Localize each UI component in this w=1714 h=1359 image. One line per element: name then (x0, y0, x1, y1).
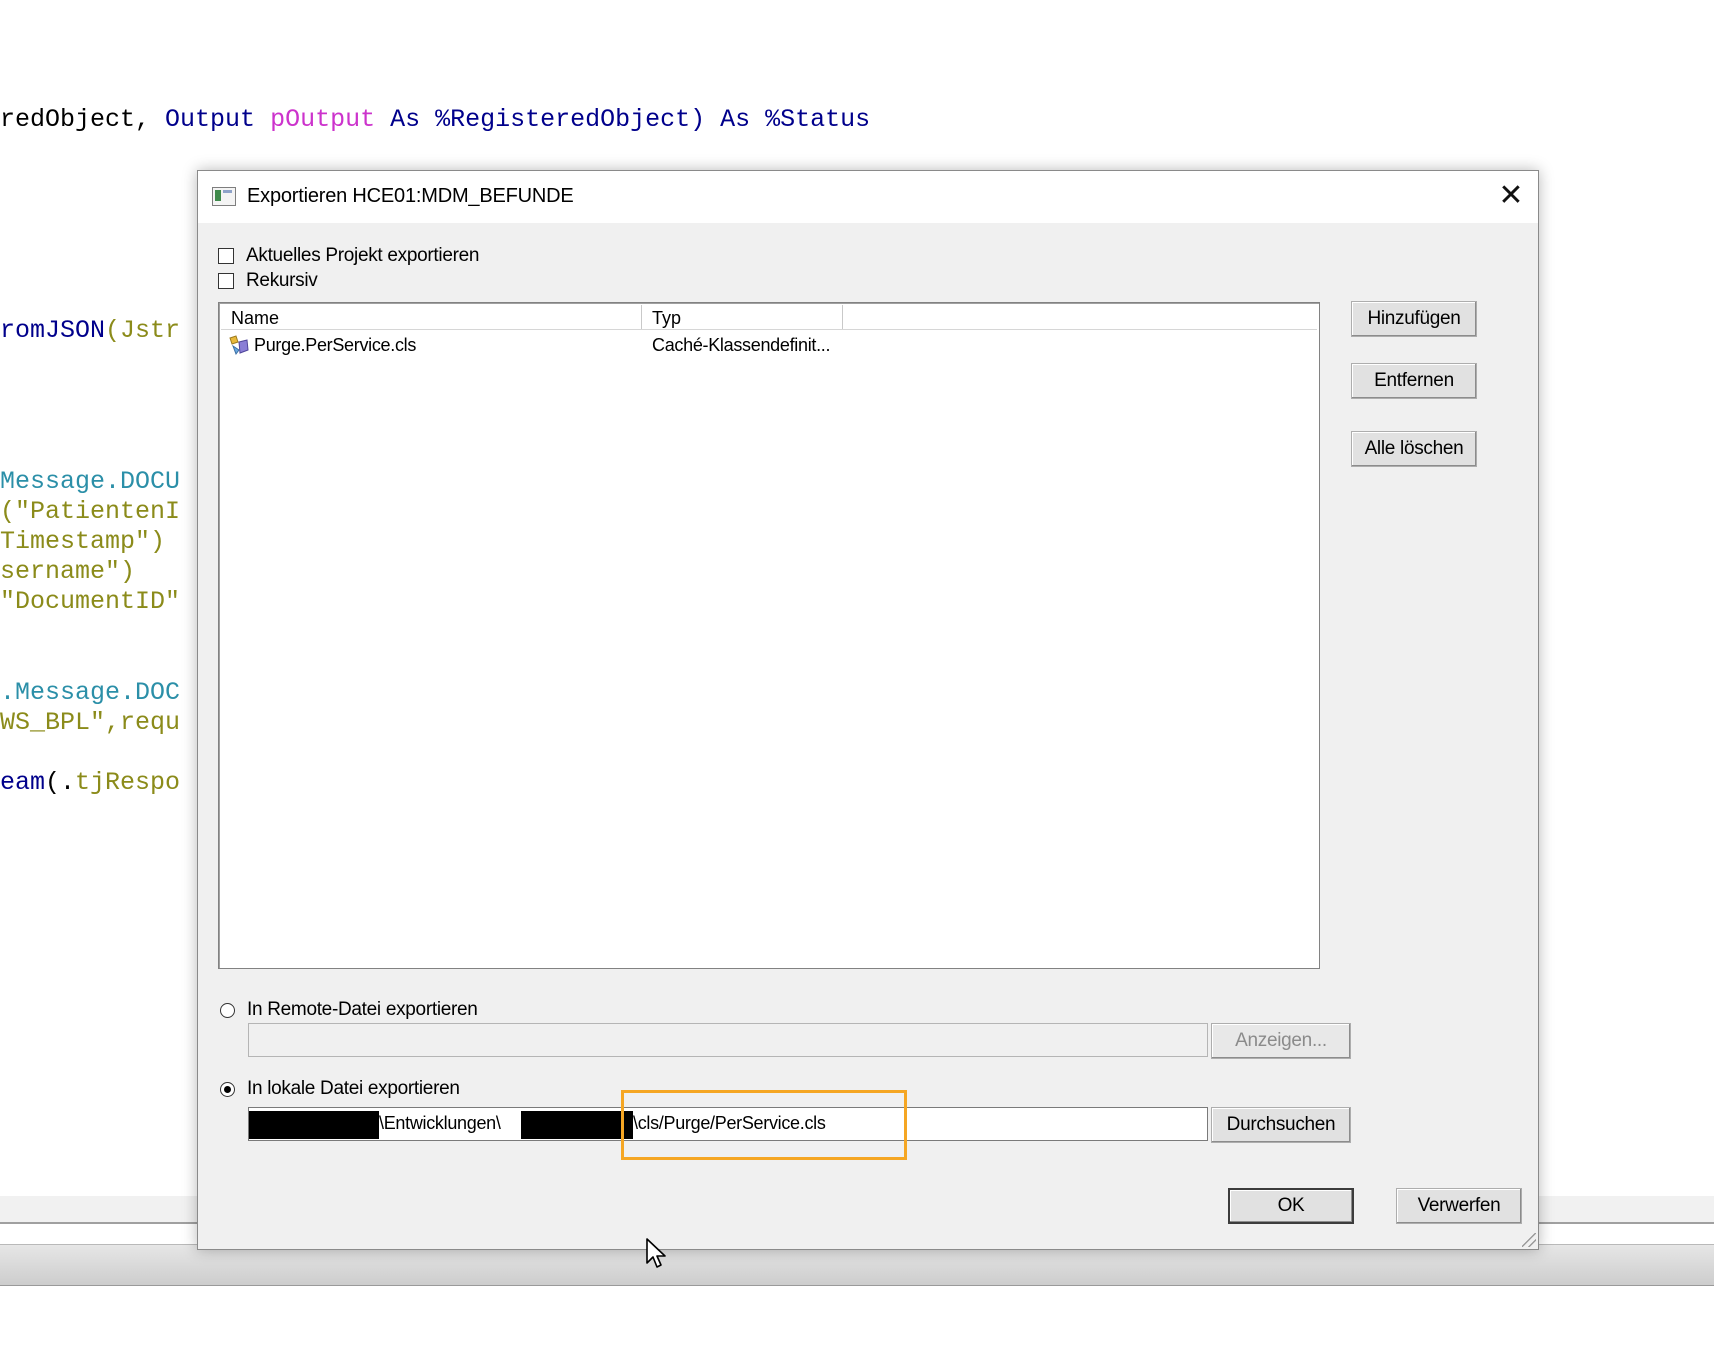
checkbox-box[interactable] (218, 248, 234, 264)
clear-all-button[interactable]: Alle löschen (1351, 431, 1477, 467)
code-line: sername") (0, 557, 136, 586)
discard-button[interactable]: Verwerfen (1396, 1188, 1522, 1224)
editor-horizontal-scrollbar[interactable] (0, 1244, 1714, 1286)
remote-path-input[interactable] (248, 1023, 1208, 1057)
code-line: ("PatientenI (0, 497, 181, 526)
radio-button[interactable] (220, 1002, 235, 1018)
dialog-title: Exportieren HCE01:MDM_BEFUNDE (247, 185, 574, 207)
dialog-titlebar[interactable]: Exportieren HCE01:MDM_BEFUNDE ✕ (198, 171, 1538, 223)
close-icon[interactable]: ✕ (1494, 179, 1528, 213)
redacted-block (249, 1111, 379, 1139)
checkbox-box[interactable] (218, 273, 234, 289)
code-line: redObject, Output pOutput As %Registered… (0, 105, 871, 134)
checkbox-label: Rekursiv (246, 270, 318, 291)
code-line: eam(.tjRespo (0, 768, 181, 797)
window-icon (212, 187, 236, 206)
code-line: romJSON(Jstr (0, 316, 181, 345)
code-line: WS_BPL",requ (0, 708, 181, 737)
redacted-block (521, 1111, 633, 1139)
item-type: Caché-Klassendefinit... (652, 335, 831, 355)
resize-grip-icon[interactable] (1522, 1233, 1536, 1247)
checkbox-current-project[interactable]: Aktuelles Projekt exportieren (218, 245, 479, 267)
code-line: Timestamp") (0, 527, 166, 556)
checkbox-label: Aktuelles Projekt exportieren (246, 245, 480, 266)
column-header-type[interactable]: Typ (642, 305, 842, 329)
mouse-pointer-icon (646, 1238, 666, 1268)
column-header-name[interactable]: Name (221, 305, 641, 329)
ok-button[interactable]: OK (1228, 1188, 1354, 1224)
class-file-icon (229, 335, 249, 356)
export-dialog: Exportieren HCE01:MDM_BEFUNDE ✕ Aktuelle… (197, 170, 1539, 1250)
code-line: .Message.DOC (0, 678, 181, 707)
remove-button[interactable]: Entfernen (1351, 363, 1477, 399)
checkbox-recursive[interactable]: Rekursiv (218, 270, 318, 292)
radio-label: In lokale Datei exportieren (247, 1078, 460, 1099)
radio-local-export[interactable]: In lokale Datei exportieren (220, 1078, 460, 1100)
path-segment: \cls/Purge/PerService.cls (633, 1113, 826, 1133)
local-path-input[interactable]: \Entwicklungen\ \cls/Purge/PerService.cl… (248, 1107, 1208, 1141)
export-items-list[interactable]: Name Typ Purge.PerService.cls Caché-Klas… (218, 302, 1320, 969)
code-line: "DocumentID" (0, 587, 181, 616)
list-header: Name Typ (221, 305, 1317, 330)
browse-button[interactable]: Durchsuchen (1211, 1107, 1351, 1143)
code-line: Message.DOCU (0, 467, 181, 496)
radio-button-checked[interactable] (220, 1081, 235, 1097)
show-button[interactable]: Anzeigen... (1211, 1023, 1351, 1059)
radio-label: In Remote-Datei exportieren (247, 999, 478, 1020)
item-name: Purge.PerService.cls (254, 335, 417, 355)
column-separator[interactable] (842, 305, 843, 329)
radio-remote-export[interactable]: In Remote-Datei exportieren (220, 999, 478, 1021)
path-segment: \Entwicklungen\ (379, 1113, 501, 1133)
list-item[interactable]: Purge.PerService.cls Caché-Klassendefini… (221, 333, 1317, 357)
add-button[interactable]: Hinzufügen (1351, 301, 1477, 337)
